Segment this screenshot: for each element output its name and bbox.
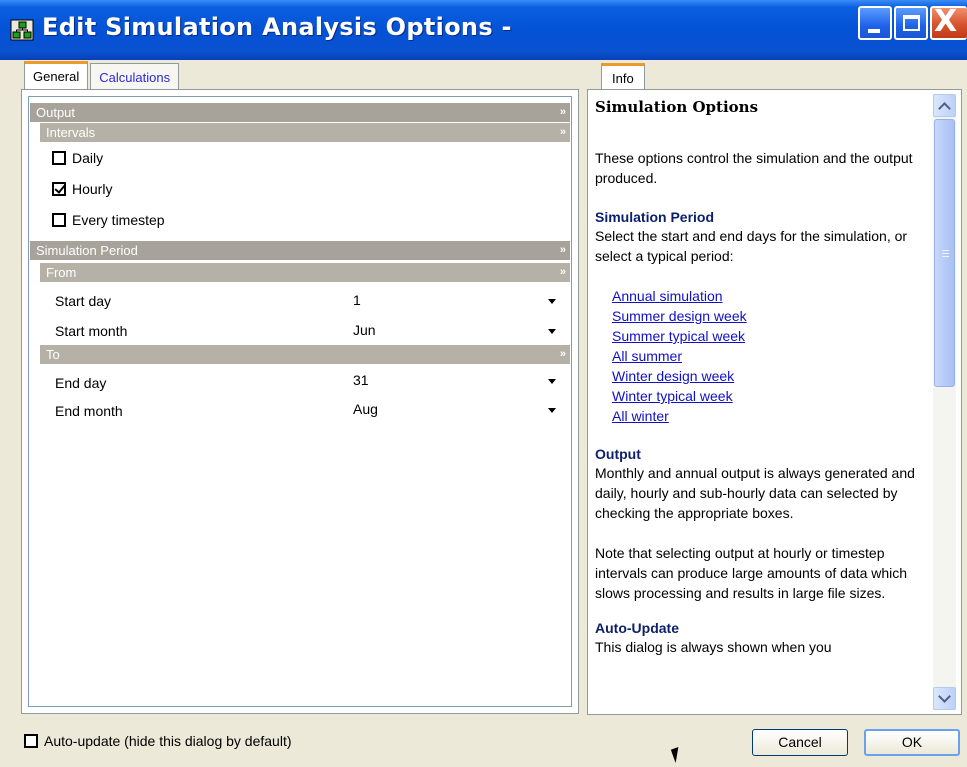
start-month-value: Jun: [353, 322, 376, 338]
output-heading: Output: [595, 446, 641, 462]
simulation-period-heading: Simulation Period: [595, 209, 715, 225]
end-month-value: Aug: [353, 401, 378, 417]
end-month-select[interactable]: Aug: [346, 399, 565, 421]
note-text: Note that selecting output at hourly or …: [595, 545, 908, 601]
info-panel: Simulation Options These options control…: [587, 89, 962, 715]
end-day-label: End day: [55, 375, 107, 391]
interval-hourly-option[interactable]: Hourly: [52, 181, 112, 197]
info-title: Simulation Options: [595, 98, 759, 116]
intervals-group-header[interactable]: Intervals »: [40, 123, 570, 142]
tree-app-icon: [10, 19, 34, 41]
from-group-header[interactable]: From »: [40, 263, 570, 282]
auto-update-option[interactable]: Auto-update (hide this dialog by default…: [24, 733, 292, 749]
output-header-label: Output: [36, 105, 76, 120]
auto-update-text: This dialog is always shown when you: [595, 639, 832, 655]
link-annual-simulation[interactable]: Annual simulation: [612, 286, 935, 306]
chevron-up-icon: [938, 102, 951, 115]
chevron-down-icon: [938, 690, 951, 703]
simulation-period-header-label: Simulation Period: [36, 243, 138, 258]
end-day-select[interactable]: 31: [346, 370, 565, 392]
interval-daily-option[interactable]: Daily: [52, 150, 103, 166]
link-winter-design-week[interactable]: Winter design week: [612, 366, 935, 386]
from-header-label: From: [46, 265, 77, 280]
window-title: Edit Simulation Analysis Options -: [42, 13, 512, 41]
output-text: Monthly and annual output is always gene…: [595, 465, 915, 521]
info-scrollbar[interactable]: [933, 94, 956, 710]
start-month-select[interactable]: Jun: [346, 320, 565, 342]
general-panel: Output » Intervals » Daily Hourly Every …: [21, 89, 579, 714]
collapse-icon[interactable]: »: [560, 123, 566, 142]
mouse-cursor-icon: [670, 747, 684, 763]
maximize-button[interactable]: [894, 6, 928, 40]
intervals-header-label: Intervals: [46, 125, 96, 140]
info-content: Simulation Options These options control…: [595, 97, 935, 677]
start-day-select[interactable]: 1: [346, 290, 565, 312]
start-month-label: Start month: [55, 323, 128, 339]
options-tabs: General Calculations: [24, 61, 181, 89]
auto-update-label: Auto-update (hide this dialog by default…: [44, 733, 292, 749]
ok-button[interactable]: OK: [864, 729, 960, 756]
to-header-label: To: [46, 347, 60, 362]
link-all-winter[interactable]: All winter: [612, 406, 935, 426]
minimize-button[interactable]: [858, 6, 892, 40]
every-timestep-label: Every timestep: [72, 212, 165, 228]
scroll-thumb[interactable]: [934, 119, 955, 387]
maximize-icon: [903, 15, 920, 31]
hourly-checkbox[interactable]: [52, 182, 66, 196]
info-intro: These options control the simulation and…: [595, 150, 913, 186]
tab-calculations[interactable]: Calculations: [90, 63, 180, 89]
scroll-up-button[interactable]: [933, 94, 956, 117]
period-links: Annual simulation Summer design week Sum…: [612, 286, 935, 426]
daily-label: Daily: [72, 150, 104, 166]
auto-update-checkbox[interactable]: [24, 734, 38, 748]
options-tree: Output » Intervals » Daily Hourly Every …: [28, 96, 572, 707]
start-day-label: Start day: [55, 293, 112, 309]
end-day-value: 31: [353, 372, 369, 388]
close-icon: X: [934, 4, 958, 39]
interval-every-timestep-option[interactable]: Every timestep: [52, 212, 165, 228]
every-timestep-checkbox[interactable]: [52, 213, 66, 227]
chevron-down-icon[interactable]: [548, 299, 556, 304]
output-group-header[interactable]: Output »: [30, 103, 570, 122]
grip-icon: [942, 250, 949, 257]
collapse-icon[interactable]: »: [560, 345, 566, 364]
tab-info[interactable]: Info: [601, 63, 645, 91]
scroll-down-button[interactable]: [933, 687, 956, 710]
link-summer-typical-week[interactable]: Summer typical week: [612, 326, 935, 346]
simulation-period-text: Select the start and end days for the si…: [595, 228, 908, 264]
link-winter-typical-week[interactable]: Winter typical week: [612, 386, 935, 406]
daily-checkbox[interactable]: [52, 151, 66, 165]
link-summer-design-week[interactable]: Summer design week: [612, 306, 935, 326]
close-button[interactable]: X: [930, 4, 967, 40]
minimize-icon: [868, 29, 880, 33]
to-group-header[interactable]: To »: [40, 345, 570, 364]
chevron-down-icon[interactable]: [548, 379, 556, 384]
chevron-down-icon[interactable]: [548, 408, 556, 413]
collapse-icon[interactable]: »: [560, 241, 566, 260]
chevron-down-icon[interactable]: [548, 329, 556, 334]
cancel-button[interactable]: Cancel: [752, 729, 848, 756]
tab-general[interactable]: General: [24, 61, 89, 89]
auto-update-heading: Auto-Update: [595, 620, 679, 636]
hourly-label: Hourly: [72, 181, 113, 197]
link-all-summer[interactable]: All summer: [612, 346, 935, 366]
title-bar[interactable]: Edit Simulation Analysis Options - X: [0, 0, 967, 60]
simulation-period-group-header[interactable]: Simulation Period »: [30, 241, 570, 260]
collapse-icon[interactable]: »: [560, 103, 566, 122]
end-month-label: End month: [55, 403, 123, 419]
collapse-icon[interactable]: »: [560, 263, 566, 282]
start-day-value: 1: [353, 292, 361, 308]
